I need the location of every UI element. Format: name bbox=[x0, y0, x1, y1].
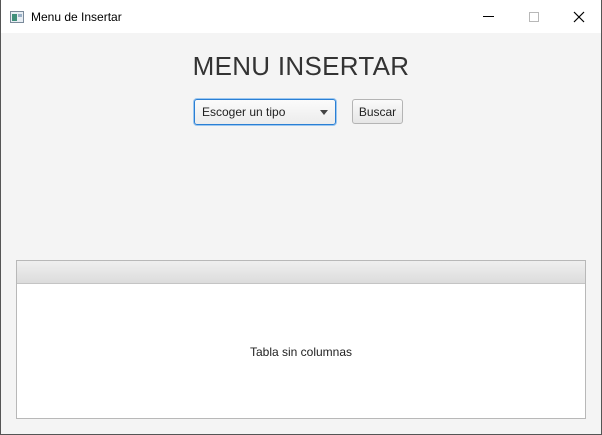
type-select-value: Escoger un tipo bbox=[202, 105, 286, 119]
search-button[interactable]: Buscar bbox=[352, 99, 403, 124]
close-icon bbox=[573, 11, 585, 22]
window-title: Menu de Insertar bbox=[31, 10, 122, 24]
results-table[interactable]: Tabla sin columnas bbox=[16, 260, 586, 419]
minimize-button[interactable] bbox=[465, 0, 511, 33]
maximize-button[interactable] bbox=[511, 0, 557, 33]
page-title: MENU INSERTAR bbox=[192, 51, 410, 81]
app-window-icon bbox=[10, 11, 24, 23]
chevron-down-icon[interactable] bbox=[320, 110, 328, 115]
app-window: Menu de Insertar MENU INSERTAR Escoger u… bbox=[0, 0, 602, 435]
close-button[interactable] bbox=[556, 0, 602, 33]
minimize-icon bbox=[482, 16, 494, 17]
table-header[interactable] bbox=[17, 261, 585, 284]
type-select[interactable]: Escoger un tipo bbox=[194, 99, 336, 125]
table-empty-message: Tabla sin columnas bbox=[249, 345, 353, 359]
title-bar[interactable]: Menu de Insertar bbox=[1, 0, 601, 33]
maximize-icon bbox=[529, 11, 539, 22]
